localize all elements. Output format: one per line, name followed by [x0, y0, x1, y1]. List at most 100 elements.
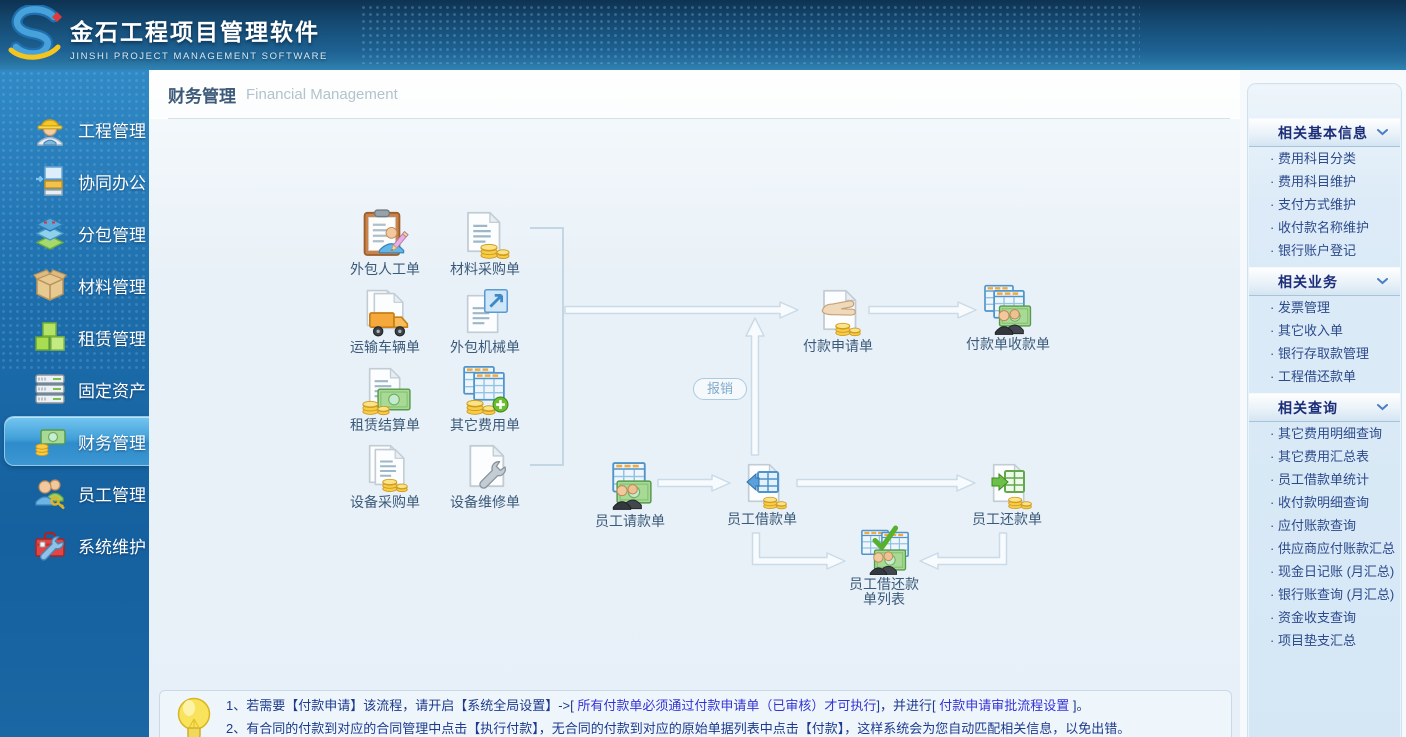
jinshi-logo-icon: [8, 5, 64, 63]
flow-node-label-line1: 员工借还款: [829, 577, 939, 592]
flow-node-equipment-repair-order[interactable]: 设备维修单: [430, 441, 540, 510]
payment-receipt-order-icon: [982, 283, 1034, 335]
flow-node-transport-vehicle-order[interactable]: 运输车辆单: [330, 286, 440, 355]
flow-node-employee-repayment-order[interactable]: 员工还款单: [952, 458, 1062, 527]
flow-node-material-purchase-order[interactable]: 材料采购单: [430, 208, 540, 277]
app-window: 金石工程项目管理软件 JINSHI PROJECT MANAGEMENT SOF…: [0, 0, 1406, 737]
sidebar-item-label: 工程管理: [78, 117, 146, 142]
app-header: 金石工程项目管理软件 JINSHI PROJECT MANAGEMENT SOF…: [0, 0, 1406, 70]
sidebar-item-label: 协同办公: [78, 169, 146, 194]
money-coins-icon: [33, 424, 67, 458]
flow-node-label: 设备维修单: [430, 495, 540, 510]
app-subtitle: JINSHI PROJECT MANAGEMENT SOFTWARE: [70, 51, 328, 62]
flow-node-equipment-purchase-order[interactable]: 设备采购单: [330, 441, 440, 510]
tip-line-2: 2、有合同的付款到对应的合同管理中点击【执行付款】，无合同的付款到对应的原始单据…: [226, 717, 1225, 737]
flow-node-label: 付款申请单: [783, 339, 893, 354]
section-header-related-queries[interactable]: 相关查询: [1249, 393, 1400, 422]
flow-node-label: 员工还款单: [952, 512, 1062, 527]
sidebar-item-project-management[interactable]: 工程管理: [0, 103, 149, 155]
link-other-expense-detail-query[interactable]: 其它费用明细查询: [1249, 422, 1400, 445]
link-supplier-payable-summary[interactable]: 供应商应付账款汇总: [1249, 537, 1400, 560]
employee-repayment-order-icon: [981, 458, 1033, 510]
sidebar-item-label: 系统维护: [78, 533, 146, 558]
sidebar-item-collaborative-office[interactable]: 协同办公: [0, 155, 149, 207]
link-expense-subject-category[interactable]: 费用科目分类: [1249, 147, 1400, 170]
section-title: 相关基本信息: [1278, 123, 1368, 143]
equipment-purchase-order-icon: [359, 441, 411, 493]
arrow-loan-to-reimburse-up: [746, 318, 764, 455]
flow-node-label: 设备采购单: [330, 495, 440, 510]
flow-node-label: 员工借款单: [707, 512, 817, 527]
section-title: 相关业务: [1278, 272, 1338, 292]
tips-text: 1、若需要【付款申请】该流程，请开启【系统全局设置】->[ 所有付款单必须通过付…: [226, 694, 1225, 737]
setting-link-payment-must-be-approved[interactable]: 所有付款单必须通过付款申请单（已审核）才可执行: [577, 698, 876, 713]
sidebar-item-employee-management[interactable]: 员工管理: [0, 467, 149, 519]
panel-top-spacer: [1249, 85, 1400, 118]
link-employee-loan-statistics[interactable]: 员工借款单统计: [1249, 468, 1400, 491]
sidebar-item-lease-management[interactable]: 租赁管理: [0, 311, 149, 363]
lease-settlement-order-icon: [359, 364, 411, 416]
sidebar-item-subcontract-management[interactable]: 分包管理: [0, 207, 149, 259]
sidebar-item-label: 分包管理: [78, 221, 146, 246]
sidebar-item-label: 租赁管理: [78, 325, 146, 350]
flow-node-payment-request-order[interactable]: 付款申请单: [783, 285, 893, 354]
equipment-repair-order-icon: [459, 441, 511, 493]
setting-link-approval-flow-setup[interactable]: 付款申请审批流程设置: [939, 698, 1069, 713]
flow-node-label: 付款单收款单: [953, 337, 1063, 352]
link-cash-journal-monthly[interactable]: 现金日记账 (月汇总): [1249, 560, 1400, 583]
flow-node-label: 员工请款单: [575, 514, 685, 529]
flow-node-label: 其它费用单: [430, 418, 540, 433]
office-docs-icon: [33, 164, 67, 198]
open-box-icon: [33, 268, 67, 302]
chevron-down-icon: [1377, 278, 1388, 285]
flow-node-lease-settlement-order[interactable]: 租赁结算单: [330, 364, 440, 433]
sidebar-menu: 工程管理 协同办公 分包管理: [0, 70, 149, 571]
sidebar-item-material-management[interactable]: 材料管理: [0, 259, 149, 311]
sidebar-item-system-maintenance[interactable]: 系统维护: [0, 519, 149, 571]
arrow-sources-to-payment-request: [565, 302, 798, 318]
flow-node-outsourced-machinery-order[interactable]: 外包机械单: [430, 286, 540, 355]
link-expense-subject-maintenance[interactable]: 费用科目维护: [1249, 170, 1400, 193]
link-fund-income-expense-query[interactable]: 资金收支查询: [1249, 606, 1400, 629]
flow-node-label: 运输车辆单: [330, 340, 440, 355]
app-title: 金石工程项目管理软件: [70, 13, 328, 47]
server-stack-icon: [33, 372, 67, 406]
employee-payment-request-icon: [604, 460, 656, 512]
employee-loan-order-icon: [736, 458, 788, 510]
arrow-loan-to-repay: [797, 475, 975, 491]
sidebar-item-label: 材料管理: [78, 273, 146, 298]
link-payee-name-maintenance[interactable]: 收付款名称维护: [1249, 216, 1400, 239]
link-other-expense-summary[interactable]: 其它费用汇总表: [1249, 445, 1400, 468]
flow-node-label: 外包人工单: [330, 262, 440, 277]
link-bank-deposit-withdrawal-management[interactable]: 银行存取款管理: [1249, 342, 1400, 365]
section-header-related-business[interactable]: 相关业务: [1249, 267, 1400, 296]
sidebar-item-label: 员工管理: [78, 481, 146, 506]
link-invoice-management[interactable]: 发票管理: [1249, 296, 1400, 319]
layers-icon: [33, 216, 67, 250]
sidebar-item-financial-management[interactable]: 财务管理: [0, 415, 149, 467]
link-payment-method-maintenance[interactable]: 支付方式维护: [1249, 193, 1400, 216]
sidebar-item-fixed-assets[interactable]: 固定资产: [0, 363, 149, 415]
outsourced-labor-order-icon: [359, 208, 411, 260]
transport-vehicle-order-icon: [359, 286, 411, 338]
section-header-basic-info[interactable]: 相关基本信息: [1249, 118, 1400, 147]
flow-node-employee-loan-list[interactable]: 员工借还款 单列表: [829, 523, 939, 607]
link-payment-detail-query[interactable]: 收付款明细查询: [1249, 491, 1400, 514]
link-accounts-payable-query[interactable]: 应付账款查询: [1249, 514, 1400, 537]
flow-node-other-expense-order[interactable]: 其它费用单: [430, 364, 540, 433]
green-cubes-icon: [33, 320, 67, 354]
flow-node-employee-loan-order[interactable]: 员工借款单: [707, 458, 817, 527]
main-nav-sidebar: 工程管理 协同办公 分包管理: [0, 70, 149, 737]
flow-node-outsourced-labor-order[interactable]: 外包人工单: [330, 208, 440, 277]
related-links-panel: 相关基本信息 费用科目分类 费用科目维护 支付方式维护 收付款名称维护 银行账户…: [1248, 84, 1401, 737]
link-project-loan-repayment-order[interactable]: 工程借还款单: [1249, 365, 1400, 388]
link-other-income-order[interactable]: 其它收入单: [1249, 319, 1400, 342]
flow-node-employee-payment-request[interactable]: 员工请款单: [575, 460, 685, 529]
link-project-advance-summary[interactable]: 项目垫支汇总: [1249, 629, 1400, 652]
link-bank-account-registration[interactable]: 银行账户登记: [1249, 239, 1400, 262]
worker-icon: [33, 112, 67, 146]
link-bank-account-query-monthly[interactable]: 银行账查询 (月汇总): [1249, 583, 1400, 606]
tip-text-segment: 1、若需要【付款申请】该流程，请开启【系统全局设置】->[: [226, 698, 577, 713]
world-map-dots-decoration: [360, 4, 1140, 64]
flow-node-payment-receipt-order[interactable]: 付款单收款单: [953, 283, 1063, 352]
